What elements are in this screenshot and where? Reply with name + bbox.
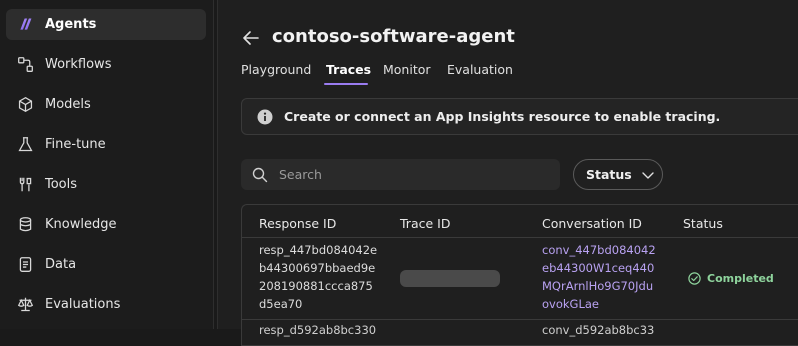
sidebar-item-label: Tools: [45, 177, 78, 192]
chevron-down-icon: [642, 171, 654, 179]
sidebar-item-label: Evaluations: [45, 297, 121, 312]
workflows-icon: [15, 55, 35, 75]
sidebar-item-label: Models: [45, 97, 91, 112]
header-divider: [242, 237, 798, 238]
agents-logo-icon: [15, 15, 35, 35]
sidebar-item-agents[interactable]: Agents: [6, 9, 206, 40]
traces-table: Response ID Trace ID Conversation ID Sta…: [241, 204, 798, 346]
models-icon: [15, 95, 35, 115]
tab-traces[interactable]: Traces: [326, 62, 371, 77]
search-input[interactable]: [277, 166, 541, 183]
sidebar-item-label: Knowledge: [45, 217, 117, 232]
sidebar-item-label: Agents: [45, 17, 97, 32]
column-header-trace-id[interactable]: Trace ID: [400, 216, 450, 231]
document-icon: [15, 255, 35, 275]
partial-conversation-id[interactable]: conv_d592ab8bc33: [542, 323, 654, 337]
status-text: Completed: [707, 272, 774, 285]
status-filter-label: Status: [586, 167, 632, 182]
page-title: contoso-software-agent: [272, 26, 515, 47]
tab-evaluation[interactable]: Evaluation: [447, 62, 513, 77]
banner-text: Create or connect an App Insights resour…: [284, 109, 721, 124]
search-box[interactable]: [241, 159, 560, 190]
back-arrow-icon[interactable]: [240, 27, 262, 49]
column-header-status[interactable]: Status: [683, 216, 723, 231]
scale-icon: [15, 295, 35, 315]
sidebar-item-knowledge[interactable]: Knowledge: [6, 209, 206, 240]
tools-icon: [15, 175, 35, 195]
info-banner: Create or connect an App Insights resour…: [241, 98, 798, 135]
column-header-conversation-id[interactable]: Conversation ID: [542, 216, 642, 231]
response-id-cell[interactable]: resp_447bd084042e b44300697bbaed9e 20819…: [259, 241, 377, 313]
trace-id-placeholder: [400, 270, 500, 287]
main-panel: contoso-software-agent Playground Traces…: [217, 0, 798, 346]
response-id-line: 208190881ccca875: [259, 279, 373, 293]
response-id-line: d5ea70: [259, 297, 303, 311]
sidebar-item-label: Fine-tune: [45, 137, 106, 152]
response-id-line: resp_447bd084042e: [259, 243, 378, 257]
row-divider: [242, 319, 798, 320]
column-header-response-id[interactable]: Response ID: [259, 216, 336, 231]
sidebar-item-label: Data: [45, 257, 77, 272]
status-badge: Completed: [688, 272, 774, 285]
sidebar-item-models[interactable]: Models: [6, 89, 206, 120]
active-tab-indicator: [324, 83, 368, 85]
status-filter-button[interactable]: Status: [573, 159, 663, 190]
conversation-id-link[interactable]: conv_447bd084042 eb44300W1ceq440 MQrArnl…: [542, 241, 656, 313]
sidebar-item-tools[interactable]: Tools: [6, 169, 206, 200]
sidebar-item-label: Workflows: [45, 57, 112, 72]
database-icon: [15, 215, 35, 235]
response-id-line: b44300697bbaed9e: [259, 261, 376, 275]
conversation-id-line: ovokGLae: [542, 297, 599, 311]
sidebar-item-workflows[interactable]: Workflows: [6, 49, 206, 80]
info-icon: [257, 109, 273, 124]
sidebar: Agents Workflows Models Fine-tune Tools …: [0, 0, 214, 329]
conversation-id-line: MQrArnlHo9G70Jdu: [542, 279, 654, 293]
sidebar-item-data[interactable]: Data: [6, 249, 206, 280]
tab-monitor[interactable]: Monitor: [383, 62, 431, 77]
conversation-id-line: eb44300W1ceq440: [542, 261, 655, 275]
conversation-id-line: conv_447bd084042: [542, 243, 656, 257]
flask-icon: [15, 135, 35, 155]
partial-response-id[interactable]: resp_d592ab8bc330: [259, 323, 376, 337]
search-icon: [252, 167, 268, 182]
sidebar-item-evaluations[interactable]: Evaluations: [6, 289, 206, 320]
tab-playground[interactable]: Playground: [241, 62, 311, 77]
sidebar-item-fine-tune[interactable]: Fine-tune: [6, 129, 206, 160]
check-circle-icon: [688, 272, 701, 285]
